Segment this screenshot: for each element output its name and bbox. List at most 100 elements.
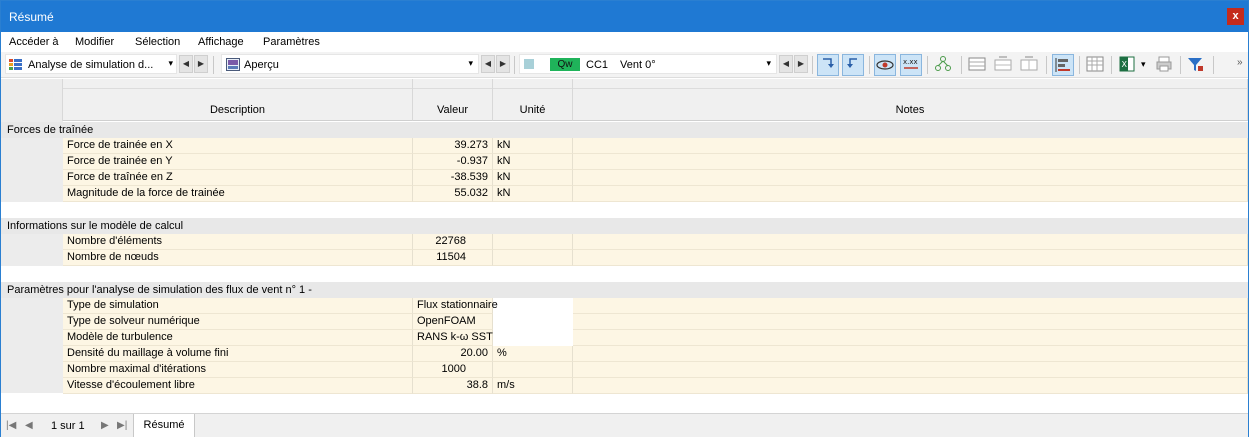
table-row[interactable]: Magnitude de la force de trainée 55.032 …	[1, 186, 1248, 202]
column-header-notes[interactable]: Notes	[573, 79, 1248, 121]
menu-edit[interactable]: Modifier	[75, 36, 114, 48]
table-row[interactable]: Nombre de nœuds 11504	[1, 250, 1248, 266]
cell-value: Flux stationnaire	[413, 298, 498, 314]
align-left-button[interactable]	[1052, 54, 1074, 76]
tab-resume[interactable]: Résumé	[133, 414, 195, 437]
summary-table: Description Valeur Unité Notes Forces de…	[1, 79, 1248, 413]
separator	[1180, 56, 1181, 74]
next-page-icon[interactable]: ▶	[101, 420, 109, 431]
grid-view-button[interactable]	[1085, 54, 1107, 76]
next-load-button[interactable]: ▶	[794, 55, 808, 73]
section-header: Forces de traînée	[1, 122, 1248, 138]
table-row[interactable]: Modèle de turbulence RANS k-ω SST	[1, 330, 1248, 346]
separator	[213, 56, 214, 74]
load-case-select[interactable]: Qw CC1 Vent 0° ▾	[519, 54, 777, 74]
print-button[interactable]	[1154, 54, 1176, 76]
select-in-table-button[interactable]	[842, 54, 864, 76]
preview-icon	[226, 58, 240, 71]
table-row[interactable]: Type de solveur numérique OpenFOAM	[1, 314, 1248, 330]
status-bar: |◀ ◀ 1 sur 1 ▶ ▶| Résumé	[1, 413, 1248, 437]
cell-notes	[573, 378, 1248, 394]
table-row[interactable]: Force de trainée en Y -0.937 kN	[1, 154, 1248, 170]
table-layout-2-button[interactable]	[993, 54, 1015, 76]
column-header-description[interactable]: Description	[63, 79, 413, 121]
cell-notes	[573, 314, 1248, 330]
chevron-down-icon: ▾	[468, 58, 473, 68]
cell-unit: m/s	[493, 378, 573, 394]
cell-notes	[573, 170, 1248, 186]
filter-members-button[interactable]	[933, 54, 955, 76]
overflow-chevron-icon[interactable]: »	[1237, 57, 1243, 68]
svg-text:X: X	[1122, 60, 1128, 69]
chevron-down-icon: ▾	[766, 58, 771, 68]
table-layout-1-button[interactable]	[967, 54, 989, 76]
analysis-select[interactable]: Analyse de simulation d... ▾	[5, 54, 177, 74]
separator	[1213, 56, 1214, 74]
cell-value: 38.8	[413, 378, 493, 394]
table-row[interactable]: Nombre d'éléments 22768	[1, 234, 1248, 250]
filter-icon	[1188, 58, 1203, 71]
separator	[514, 56, 515, 74]
chevron-down-icon[interactable]: ▾	[1141, 59, 1146, 70]
eye-icon	[876, 60, 894, 70]
window-title: Résumé	[9, 10, 54, 24]
cell-notes	[573, 298, 1248, 314]
show-visibility-button[interactable]	[874, 54, 896, 76]
prev-view-button[interactable]: ◀	[481, 55, 495, 73]
first-page-icon[interactable]: |◀	[6, 420, 16, 431]
cell-value: 20.00	[413, 346, 493, 362]
separator	[927, 56, 928, 74]
cell-unit: kN	[493, 138, 573, 154]
menu-view[interactable]: Affichage	[198, 36, 244, 48]
table-row[interactable]: Densité du maillage à volume fini 20.00 …	[1, 346, 1248, 362]
filter-button[interactable]	[1185, 54, 1207, 76]
table-row[interactable]: Vitesse d'écoulement libre 38.8 m/s	[1, 378, 1248, 394]
column-header-unit[interactable]: Unité	[493, 79, 573, 121]
next-analysis-button[interactable]: ▶	[194, 55, 208, 73]
cell-notes	[573, 138, 1248, 154]
view-select[interactable]: Aperçu ▾	[221, 54, 479, 74]
select-in-model-button[interactable]	[817, 54, 839, 76]
cell-unit	[493, 362, 573, 378]
toolbar: Analyse de simulation d... ▾ ◀ ▶ Aperçu …	[1, 52, 1248, 78]
prev-page-icon[interactable]: ◀	[25, 420, 33, 431]
grid-icon	[1086, 56, 1104, 72]
cell-notes	[573, 186, 1248, 202]
svg-text:x.xx: x.xx	[903, 58, 918, 66]
table-layout-3-button[interactable]	[1019, 54, 1041, 76]
show-values-button[interactable]: x.xx	[900, 54, 922, 76]
cell-notes	[573, 154, 1248, 170]
menu-goto[interactable]: Accéder à	[9, 36, 59, 48]
export-excel-button[interactable]: X	[1117, 54, 1139, 76]
cell-description: Nombre maximal d'itérations	[63, 362, 413, 378]
excel-icon: X	[1119, 56, 1135, 72]
separator	[1046, 56, 1047, 74]
table-rows-icon	[994, 56, 1012, 71]
menu-selection[interactable]: Sélection	[135, 36, 180, 48]
last-page-icon[interactable]: ▶|	[117, 420, 127, 431]
menu-settings[interactable]: Paramètres	[263, 36, 320, 48]
cell-notes	[573, 250, 1248, 266]
cell-description: Force de trainée en X	[63, 138, 413, 154]
decimal-values-icon: x.xx	[903, 58, 918, 69]
column-header-value[interactable]: Valeur	[413, 79, 493, 121]
cell-value: 22768	[413, 234, 493, 250]
cell-description: Nombre de nœuds	[63, 250, 413, 266]
menu-bar: Accéder à Modifier Sélection Affichage P…	[1, 32, 1248, 52]
next-view-button[interactable]: ▶	[496, 55, 510, 73]
separator	[1111, 56, 1112, 74]
cell-value: -0.937	[413, 154, 493, 170]
table-row[interactable]: Force de trainée en X 39.273 kN	[1, 138, 1248, 154]
prev-analysis-button[interactable]: ◀	[179, 55, 193, 73]
cell-unit: kN	[493, 154, 573, 170]
prev-load-button[interactable]: ◀	[779, 55, 793, 73]
analysis-icon	[9, 59, 22, 70]
table-row[interactable]: Force de traînée en Z -38.539 kN	[1, 170, 1248, 186]
table-row[interactable]: Nombre maximal d'itérations 1000	[1, 362, 1248, 378]
chevron-down-icon: ▾	[168, 58, 173, 68]
load-type-badge: Qw	[550, 58, 580, 71]
close-button[interactable]: x	[1227, 8, 1244, 25]
cell-value: 39.273	[413, 138, 493, 154]
table-row[interactable]: Type de simulation Flux stationnaire	[1, 298, 1248, 314]
separator	[869, 56, 870, 74]
